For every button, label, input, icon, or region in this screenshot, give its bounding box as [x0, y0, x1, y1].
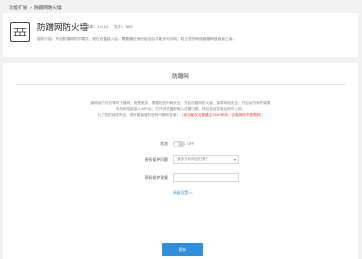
- app-header-card: 防蹭网防火墙 版本：1.0.12 大小：36G 插件介绍：开启防蹭网防护模式，现在…: [3, 13, 358, 57]
- version-value: 1.0.12: [97, 25, 108, 29]
- answer-row: 密码保护答案: [3, 173, 358, 183]
- status-toggle[interactable]: [173, 141, 185, 147]
- save-button[interactable]: 保存: [162, 243, 203, 256]
- question-select-value: 我多长时间回归来？: [177, 157, 210, 161]
- question-label: 密码保护问题: [144, 157, 168, 162]
- app-meta: 版本：1.0.12 大小：36G: [86, 24, 133, 30]
- intro-paragraph-text: 为了您的网络安全，请妥善保管好密码问题和答案！: [97, 113, 180, 117]
- version-label: 版本：: [86, 25, 98, 29]
- advanced-settings-link[interactable]: 高级设置>>: [173, 190, 193, 196]
- section-title: 防蹭网: [172, 74, 189, 80]
- toggle-knob: [173, 141, 179, 147]
- status-label: 状态: [160, 141, 168, 146]
- section-divider: [15, 84, 346, 85]
- app-description: 插件介绍：开启防蹭网防护模式，现在设备接入后，需要通过身份验证后才能访问外网，防…: [37, 37, 237, 41]
- breadcrumb-current: 防蹭网防火墙: [34, 5, 62, 10]
- chevron-down-icon: [234, 158, 236, 161]
- question-select[interactable]: 我多长时间回归来？: [173, 155, 239, 164]
- intro-paragraph: 为了您的网络安全，请妥善保管好密码问题和答案！（该功能仅对普通主SSID有效，访…: [3, 113, 358, 118]
- answer-label: 密码保护答案: [144, 175, 168, 180]
- size-label: 大小：: [113, 25, 126, 29]
- status-value: OFF: [187, 142, 195, 146]
- settings-panel: 防蹭网 蹭网用户仅仅等同于蹭网，而是更多，需要检查内网安全。开启防蹭网防火墙，保…: [3, 63, 358, 259]
- breadcrumb-parent-link[interactable]: 功能扩展: [9, 5, 27, 10]
- size-value: 36G: [125, 25, 133, 29]
- intro-paragraph: 蹭网用户仅仅等同于蹭网，而是更多，需要检查内网安全。开启防蹭网防火墙，保障网络安…: [90, 101, 271, 105]
- warning-note: （该功能仅对普通主SSID有效，访客网络不受限制）: [179, 113, 264, 117]
- answer-input[interactable]: [173, 173, 239, 182]
- status-row: 状态 OFF: [3, 139, 358, 149]
- firewall-wall-icon: [10, 22, 30, 42]
- brick-wall-graphic: [13, 27, 27, 37]
- question-row: 密码保护问题 我多长时间回归来？: [3, 155, 358, 165]
- app-title: 防蹭网防火墙: [37, 22, 89, 32]
- breadcrumb: 功能扩展 > 防蹭网防火墙: [9, 3, 62, 13]
- breadcrumb-separator: >: [29, 5, 33, 10]
- intro-paragraph: 手机和电脑接入WiFi后，打开浏览器即输入设置问题，然后验证答案后即可上网。: [115, 107, 246, 111]
